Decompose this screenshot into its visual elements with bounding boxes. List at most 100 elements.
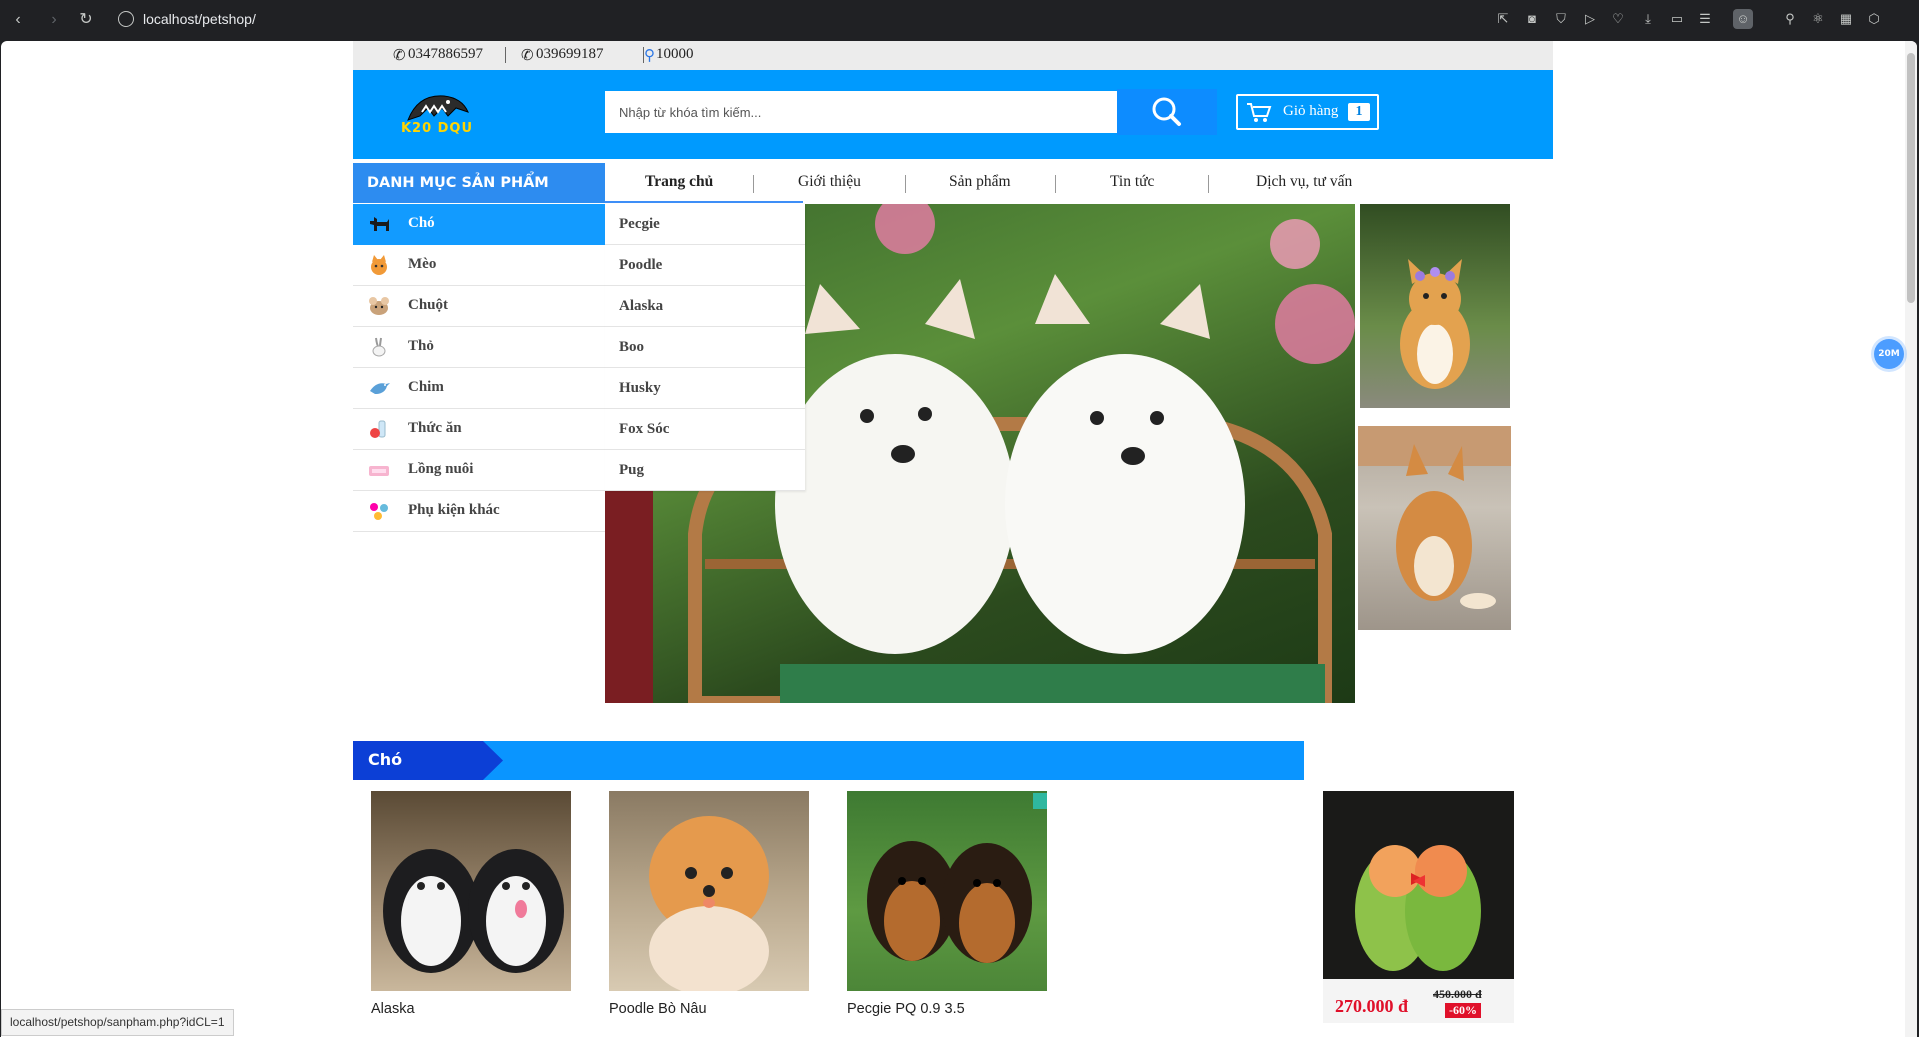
- food-icon: [370, 420, 386, 438]
- contact-bar: ✆ 0347886597 ✆ 039699187 ⚲ 10000: [353, 41, 1553, 70]
- promo-price: 270.000 đ: [1335, 996, 1409, 1016]
- category-item-accessories[interactable]: Phụ kiện khác: [353, 491, 605, 532]
- site-logo[interactable]: K20 DQU: [398, 90, 476, 140]
- lovebirds-illustration: [1323, 845, 1514, 1023]
- search-button[interactable]: [1117, 89, 1217, 135]
- side-image-corgi-flower[interactable]: [1360, 204, 1510, 408]
- product-name[interactable]: Alaska: [371, 1001, 571, 1017]
- nav-services[interactable]: Dịch vụ, tư vấn: [1256, 173, 1352, 191]
- camera-icon[interactable]: ◙: [1524, 11, 1540, 27]
- reload-icon[interactable]: ↻: [76, 10, 96, 30]
- category-label: Chim: [408, 379, 444, 395]
- accessories-icon: [370, 503, 388, 520]
- petshop-page: ✆ 0347886597 ✆ 039699187 ⚲ 10000 K20 DQU: [353, 41, 1553, 1037]
- status-bar-link: localhost/petshop/sanpham.php?idCL=1: [1, 1009, 234, 1036]
- category-label: Chuột: [408, 297, 449, 313]
- product-name[interactable]: Pecgie PQ 0.9 3.5: [847, 1001, 1047, 1017]
- category-item-mouse[interactable]: Chuột: [353, 286, 605, 327]
- product-image[interactable]: [609, 791, 809, 991]
- nav-news[interactable]: Tin tức: [1110, 173, 1154, 191]
- category-item-cat[interactable]: Mèo: [353, 245, 605, 286]
- category-item-food[interactable]: Thức ăn: [353, 409, 605, 450]
- extension-icon[interactable]: ⚲: [1782, 11, 1798, 27]
- category-item-dog[interactable]: Chó: [353, 204, 605, 245]
- search-icon: [1152, 97, 1181, 126]
- logo-text: K20 DQU: [400, 121, 474, 136]
- phone-number-1: 0347886597: [408, 46, 483, 62]
- nav-products[interactable]: Sản phẩm: [949, 173, 1011, 191]
- scrollbar-thumb[interactable]: [1907, 53, 1915, 303]
- category-item-bird[interactable]: Chim: [353, 368, 605, 409]
- side-image-corgi-floor[interactable]: [1358, 426, 1511, 630]
- url-text: localhost/petshop/: [143, 11, 256, 27]
- site-header: K20 DQU Giỏ hàng 1: [353, 70, 1553, 159]
- product-name[interactable]: Poodle Bò Nâu: [609, 1001, 809, 1017]
- profile-icon[interactable]: ☺: [1733, 9, 1753, 29]
- main-nav: Trang chủ Giới thiệu Sản phẩm Tin tức Dị…: [605, 163, 1553, 203]
- category-label: Phụ kiện khác: [408, 502, 500, 518]
- download-icon[interactable]: ⤓: [1640, 11, 1656, 27]
- category-label: Thỏ: [408, 338, 434, 354]
- divider: [1208, 175, 1209, 193]
- submenu-item[interactable]: Pecgie: [605, 204, 805, 245]
- globe-icon: [118, 11, 134, 27]
- location-pin-icon: ⚲: [644, 48, 655, 64]
- category-title: DANH MỤC SẢN PHẨM: [353, 163, 605, 203]
- search-input[interactable]: [605, 91, 1117, 133]
- rabbit-icon: [372, 337, 386, 357]
- promo-banner[interactable]: 270.000 đ 450.000 đ -60%: [1323, 791, 1514, 1023]
- section-header: Chó: [353, 741, 1304, 780]
- category-label: Thức ăn: [408, 420, 462, 436]
- husky-puppies-illustration: [383, 849, 564, 973]
- divider: [1055, 175, 1056, 193]
- product-card[interactable]: Alaska: [371, 791, 571, 1017]
- submenu-item[interactable]: Alaska: [605, 286, 805, 327]
- menu-icon[interactable]: ☰: [1697, 11, 1713, 27]
- section-title[interactable]: Chó: [368, 750, 402, 769]
- forward-icon[interactable]: ›: [44, 10, 64, 30]
- submenu-item[interactable]: Poodle: [605, 245, 805, 286]
- cat-icon: [371, 255, 387, 275]
- cage-icon: [369, 466, 389, 476]
- product-image[interactable]: [371, 791, 571, 991]
- submenu-item[interactable]: Fox Sóc: [605, 409, 805, 450]
- product-card[interactable]: Poodle Bò Nâu: [609, 791, 809, 1017]
- product-image[interactable]: [847, 791, 1047, 991]
- back-icon[interactable]: ‹: [8, 10, 28, 30]
- corgi-illustration: [1400, 259, 1470, 389]
- phone-icon: ✆: [521, 48, 534, 64]
- promo-old-price: 450.000 đ: [1433, 987, 1482, 1001]
- promo-discount-badge: -60%: [1445, 1003, 1481, 1018]
- submenu-item[interactable]: Boo: [605, 327, 805, 368]
- sidebar-icon[interactable]: ▭: [1669, 11, 1685, 27]
- category-label: Lồng nuôi: [408, 461, 474, 477]
- nav-about[interactable]: Giới thiệu: [798, 173, 861, 191]
- pomeranian-illustration: [649, 816, 769, 991]
- divider: [905, 175, 906, 193]
- phone-icon: ✆: [393, 48, 406, 64]
- page-viewport: ✆ 0347886597 ✆ 039699187 ⚲ 10000 K20 DQU: [1, 41, 1917, 1037]
- category-item-rabbit[interactable]: Thỏ: [353, 327, 605, 368]
- react-icon[interactable]: ⚛: [1810, 11, 1826, 27]
- cart-button[interactable]: Giỏ hàng 1: [1236, 94, 1379, 130]
- submenu-item[interactable]: Husky: [605, 368, 805, 409]
- mouse-icon: [369, 297, 389, 315]
- category-list: Chó Mèo Chuột Thỏ Chim Thức ăn Lồng nuôi…: [353, 204, 605, 532]
- cube-icon[interactable]: ⬡: [1866, 11, 1882, 27]
- submenu-item[interactable]: Pug: [605, 450, 805, 491]
- tab-manager-icon[interactable]: ▦: [1838, 11, 1854, 27]
- shepherd-puppies-illustration: [867, 793, 1047, 963]
- category-item-cage[interactable]: Lồng nuôi: [353, 450, 605, 491]
- play-icon[interactable]: ▷: [1582, 11, 1598, 27]
- nav-active-underline: [605, 201, 803, 203]
- shield-icon[interactable]: ⛉: [1553, 11, 1569, 27]
- nav-home[interactable]: Trang chủ: [645, 173, 713, 191]
- heart-icon[interactable]: ♡: [1610, 11, 1626, 27]
- page-scrollbar[interactable]: [1905, 41, 1917, 1037]
- category-label: Chó: [408, 215, 435, 231]
- floating-zoom-button[interactable]: 20M: [1874, 339, 1904, 369]
- address-bar[interactable]: localhost/petshop/: [113, 7, 1473, 33]
- share-icon[interactable]: ⇱: [1495, 11, 1511, 27]
- product-card[interactable]: Pecgie PQ 0.9 3.5: [847, 791, 1047, 1017]
- corgi-back-illustration: [1358, 426, 1511, 609]
